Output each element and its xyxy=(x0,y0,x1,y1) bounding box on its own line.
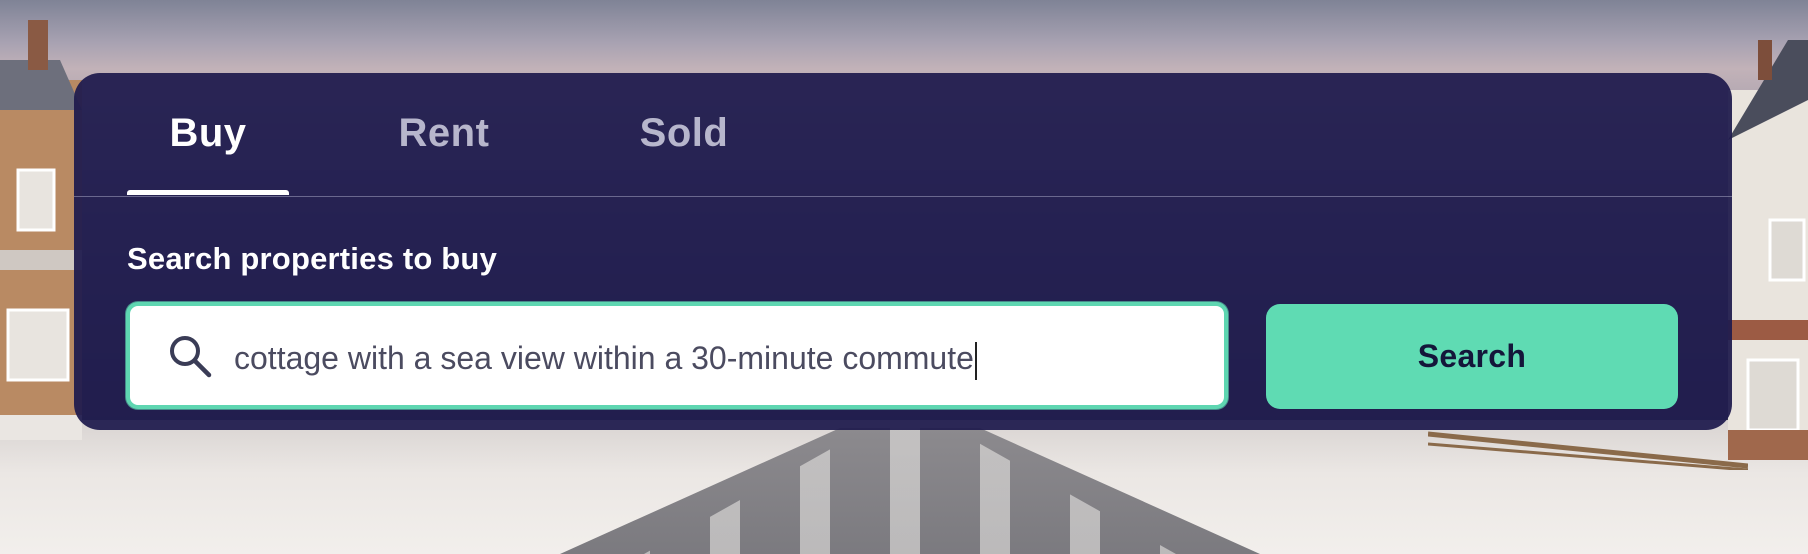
search-input-value: cottage with a sea view within a 30-minu… xyxy=(234,340,974,376)
house-right-illustration xyxy=(1728,40,1808,460)
tab-sold[interactable]: Sold xyxy=(599,111,769,197)
tab-bar: Buy Rent Sold xyxy=(74,73,1732,197)
tab-buy[interactable]: Buy xyxy=(127,111,289,197)
house-left-illustration xyxy=(0,20,82,440)
search-input[interactable]: cottage with a sea view within a 30-minu… xyxy=(234,338,977,380)
text-caret xyxy=(974,341,977,380)
search-panel: Buy Rent Sold Search properties to buy c… xyxy=(74,73,1732,430)
tab-rent[interactable]: Rent xyxy=(364,111,524,197)
fence-illustration xyxy=(1428,431,1748,470)
search-icon xyxy=(170,336,212,378)
active-tab-indicator xyxy=(127,190,289,195)
search-field[interactable]: cottage with a sea view within a 30-minu… xyxy=(126,302,1228,409)
search-heading: Search properties to buy xyxy=(127,241,498,276)
search-button[interactable]: Search xyxy=(1266,304,1678,409)
